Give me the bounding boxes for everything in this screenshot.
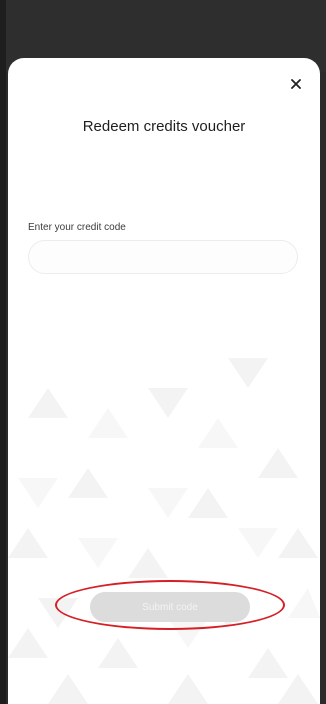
credit-code-label: Enter your credit code <box>28 222 126 233</box>
close-icon <box>291 79 301 89</box>
phone-frame-edge <box>0 0 6 704</box>
credit-code-input[interactable] <box>28 240 298 274</box>
annotation-highlight-ring <box>55 580 285 630</box>
close-button[interactable] <box>284 72 308 96</box>
modal-title: Redeem credits voucher <box>82 118 246 135</box>
